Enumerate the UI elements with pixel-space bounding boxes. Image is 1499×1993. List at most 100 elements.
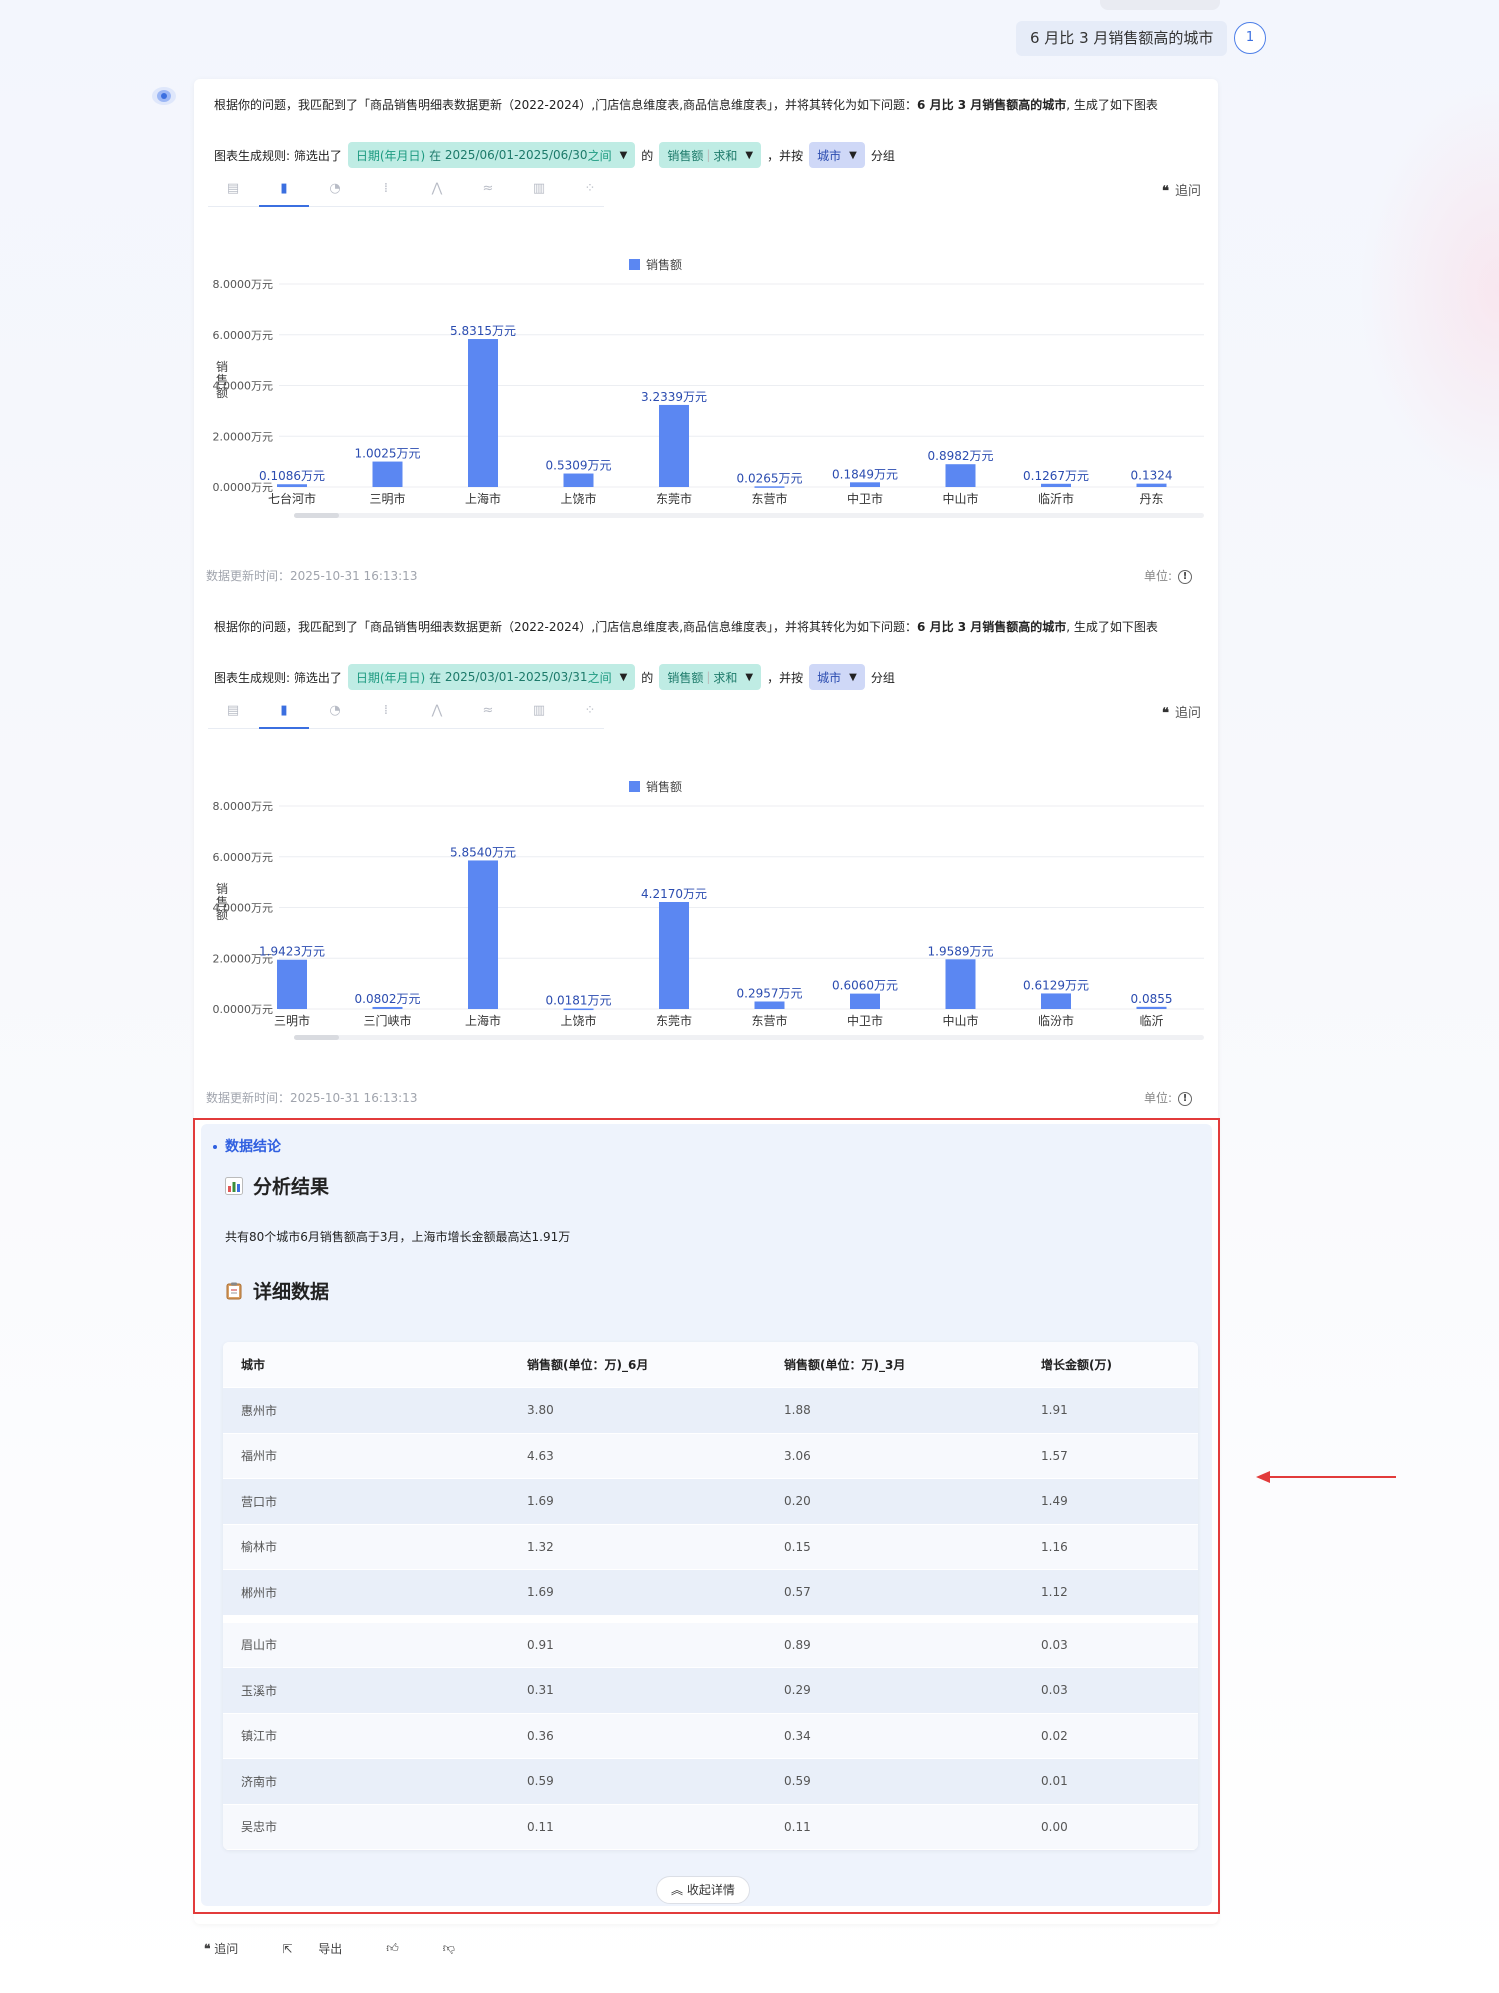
- scroll-thumb[interactable]: [294, 513, 339, 518]
- bar[interactable]: [754, 486, 785, 488]
- bar-chart-tab[interactable]: ▮: [259, 697, 309, 729]
- stacked-tab[interactable]: ▥: [514, 175, 564, 207]
- x-tick-label: 七台河市: [268, 491, 316, 506]
- info-icon[interactable]: !: [1178, 1091, 1192, 1106]
- table-cell: 0.31: [527, 1683, 554, 1698]
- bar-chart-tab[interactable]: ▮: [259, 175, 309, 207]
- red-pointer-arrow-icon: [1256, 1471, 1396, 1483]
- table-cell: 0.01: [1041, 1774, 1068, 1789]
- bar[interactable]: [277, 959, 307, 1009]
- rule-label: 图表生成规则: 筛选出了: [214, 670, 342, 685]
- intro-question: 6 月比 3 月销售额高的城市: [917, 98, 1067, 112]
- conclusion-panel: 数据结论 分析结果 共有80个城市6月销售额高于3月，上海市增长金额最高达1.9…: [201, 1124, 1212, 1906]
- bar[interactable]: [659, 404, 689, 487]
- question-count-badge[interactable]: 1: [1234, 22, 1266, 54]
- bar[interactable]: [1136, 483, 1167, 487]
- data-label: 0.1267万元: [1023, 469, 1089, 483]
- area-tab[interactable]: ≈: [463, 175, 513, 207]
- chevron-down-icon: ▼: [619, 671, 628, 683]
- bar[interactable]: [277, 484, 307, 487]
- bar[interactable]: [372, 1006, 403, 1009]
- line-tab[interactable]: ⋀: [412, 175, 462, 207]
- chevron-down-icon: ▼: [745, 149, 754, 161]
- date-filter-chip[interactable]: 日期(年月日) 在 2025/03/01-2025/03/31 之间 ▼: [347, 664, 636, 690]
- bar[interactable]: [1136, 1006, 1167, 1009]
- thumbs-up-icon: 👍︎: [386, 1941, 399, 1955]
- quote-icon: ❝: [1161, 706, 1169, 721]
- x-tick-label: 中卫市: [847, 491, 883, 506]
- group-chip[interactable]: 城市 ▼: [809, 142, 865, 168]
- metric-agg: 求和: [713, 148, 738, 163]
- bar[interactable]: [1041, 993, 1071, 1009]
- legend-label: 销售额: [646, 257, 682, 272]
- table-cell: 3.80: [527, 1403, 554, 1418]
- followup-action[interactable]: ❝ 追问: [204, 1940, 260, 1957]
- bar[interactable]: [563, 1008, 594, 1011]
- analysis-heading: 分析结果: [225, 1172, 329, 1199]
- unit-label: 单位:!: [1144, 567, 1192, 584]
- bar[interactable]: [754, 1001, 785, 1009]
- x-tick-label: 丹东: [1139, 492, 1163, 506]
- bar[interactable]: [468, 339, 498, 487]
- bar-chart: 销售额 0.0000万元 2.0000万元 4.0000万元 6.0000万元 8.000…: [194, 731, 1218, 1061]
- table-tab[interactable]: ▤: [208, 175, 258, 207]
- area-tab[interactable]: ≈: [463, 697, 513, 729]
- data-label: 0.1086万元: [259, 469, 325, 483]
- intro-post: , 生成了如下图表: [1066, 98, 1158, 112]
- metric-chip[interactable]: 销售额 | 求和 ▼: [659, 664, 762, 690]
- scroll-thumb[interactable]: [294, 1035, 339, 1040]
- grouped-tab[interactable]: ⁞: [361, 175, 411, 207]
- bar[interactable]: [468, 860, 498, 1009]
- stacked-tab[interactable]: ▥: [514, 697, 564, 729]
- scatter-tab[interactable]: ⁘: [565, 697, 615, 729]
- updated-time: 数据更新时间：2025-10-31 16:13:13: [206, 569, 418, 583]
- table-cell: 玉溪市: [241, 1683, 278, 1698]
- updated-time: 数据更新时间：2025-10-31 16:13:13: [206, 1091, 418, 1105]
- table-tab[interactable]: ▤: [208, 697, 258, 729]
- metric-chip[interactable]: 销售额 | 求和 ▼: [659, 142, 762, 168]
- followup-button[interactable]: ❝ 追问: [1162, 180, 1201, 199]
- bar[interactable]: [945, 464, 976, 487]
- grouped-tab[interactable]: ⁞: [361, 697, 411, 729]
- export-action[interactable]: ⇱ 导出: [282, 1940, 364, 1957]
- table-row: 惠州市 3.80 1.88 1.91: [223, 1388, 1198, 1434]
- table-cell: 1.32: [527, 1539, 554, 1554]
- chevron-down-icon: ▼: [849, 149, 857, 161]
- collapse-details-button[interactable]: ︽ 收起详情: [656, 1876, 750, 1904]
- chart-legend[interactable]: 销售额: [629, 779, 682, 794]
- thumbs-up-button[interactable]: 👍︎: [386, 1941, 421, 1956]
- chart-legend[interactable]: 销售额: [629, 257, 682, 272]
- date-filter-chip[interactable]: 日期(年月日) 在 2025/06/01-2025/06/30 之间 ▼: [347, 142, 636, 168]
- pie-chart-tab[interactable]: ◔: [310, 175, 360, 207]
- table-cell: 1.49: [1041, 1494, 1068, 1509]
- intro-pre: 根据你的问题，我匹配到了「商品销售明细表数据更新（2022-2024）,门店信息…: [214, 620, 918, 634]
- data-label: 0.1849万元: [832, 467, 898, 481]
- conclusion-highlight-box: 数据结论 分析结果 共有80个城市6月销售额高于3月，上海市增长金额最高达1.9…: [193, 1118, 1220, 1914]
- bar[interactable]: [1041, 483, 1071, 487]
- table-row: 福州市 4.63 3.06 1.57: [223, 1433, 1198, 1479]
- top-decoration: [1100, 0, 1220, 10]
- bar[interactable]: [659, 901, 689, 1009]
- followup-button[interactable]: ❝ 追问: [1162, 702, 1201, 721]
- bar[interactable]: [563, 473, 594, 487]
- data-label: 1.9423万元: [259, 945, 325, 959]
- table-header: 城市 销售额(单位：万)_6月 销售额(单位：万)_3月 增长金额(万): [223, 1342, 1198, 1388]
- info-icon[interactable]: !: [1178, 569, 1192, 584]
- pie-chart-tab[interactable]: ◔: [310, 697, 360, 729]
- column-header: 销售额(单位：万)_6月: [527, 1358, 649, 1372]
- data-label: 5.8540万元: [450, 845, 516, 859]
- scatter-tab[interactable]: ⁘: [565, 175, 615, 207]
- y-tick-label: 2.0000万元: [213, 430, 274, 443]
- thumbs-down-button[interactable]: 👎︎: [443, 1941, 477, 1956]
- bar[interactable]: [850, 482, 880, 487]
- bar[interactable]: [850, 993, 880, 1009]
- chevron-down-icon: ▼: [849, 671, 857, 683]
- group-chip[interactable]: 城市 ▼: [809, 664, 865, 690]
- stacked-icon: ▥: [532, 703, 546, 718]
- table-row: 玉溪市 0.31 0.29 0.03: [223, 1668, 1198, 1714]
- line-icon: ⋀: [431, 181, 443, 196]
- line-tab[interactable]: ⋀: [412, 697, 462, 729]
- table-cell: 1.16: [1041, 1539, 1068, 1554]
- bar[interactable]: [372, 461, 403, 487]
- bar[interactable]: [945, 959, 976, 1009]
